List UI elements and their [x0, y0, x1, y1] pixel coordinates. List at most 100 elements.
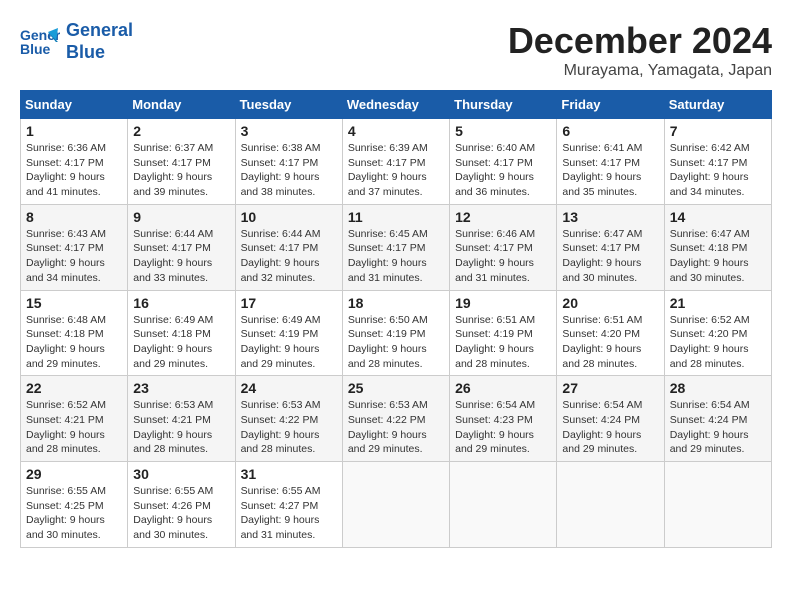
- day-number: 14: [670, 209, 766, 225]
- day-info: Sunrise: 6:44 AM Sunset: 4:17 PM Dayligh…: [241, 227, 337, 286]
- logo: General Blue General Blue: [20, 20, 133, 63]
- day-info: Sunrise: 6:50 AM Sunset: 4:19 PM Dayligh…: [348, 313, 444, 372]
- day-number: 31: [241, 466, 337, 482]
- day-info: Sunrise: 6:41 AM Sunset: 4:17 PM Dayligh…: [562, 141, 658, 200]
- day-info: Sunrise: 6:49 AM Sunset: 4:18 PM Dayligh…: [133, 313, 229, 372]
- day-info: Sunrise: 6:47 AM Sunset: 4:18 PM Dayligh…: [670, 227, 766, 286]
- calendar-body: 1 Sunrise: 6:36 AM Sunset: 4:17 PM Daylig…: [21, 119, 772, 548]
- day-number: 21: [670, 295, 766, 311]
- weekday-thursday: Thursday: [450, 91, 557, 119]
- day-info: Sunrise: 6:54 AM Sunset: 4:24 PM Dayligh…: [562, 398, 658, 457]
- calendar-cell: 3 Sunrise: 6:38 AM Sunset: 4:17 PM Daylig…: [235, 119, 342, 205]
- month-title: December 2024: [508, 20, 772, 62]
- calendar-cell: 11Sunrise: 6:45 AM Sunset: 4:17 PM Dayli…: [342, 204, 449, 290]
- day-info: Sunrise: 6:46 AM Sunset: 4:17 PM Dayligh…: [455, 227, 551, 286]
- day-info: Sunrise: 6:49 AM Sunset: 4:19 PM Dayligh…: [241, 313, 337, 372]
- day-number: 23: [133, 380, 229, 396]
- day-info: Sunrise: 6:52 AM Sunset: 4:20 PM Dayligh…: [670, 313, 766, 372]
- day-number: 3: [241, 123, 337, 139]
- day-number: 24: [241, 380, 337, 396]
- week-row-1: 1 Sunrise: 6:36 AM Sunset: 4:17 PM Daylig…: [21, 119, 772, 205]
- calendar-cell: 2 Sunrise: 6:37 AM Sunset: 4:17 PM Daylig…: [128, 119, 235, 205]
- day-info: Sunrise: 6:52 AM Sunset: 4:21 PM Dayligh…: [26, 398, 122, 457]
- day-info: Sunrise: 6:54 AM Sunset: 4:24 PM Dayligh…: [670, 398, 766, 457]
- calendar-cell: 6Sunrise: 6:41 AM Sunset: 4:17 PM Daylig…: [557, 119, 664, 205]
- title-area: December 2024 Murayama, Yamagata, Japan: [508, 20, 772, 80]
- day-info: Sunrise: 6:54 AM Sunset: 4:23 PM Dayligh…: [455, 398, 551, 457]
- location-title: Murayama, Yamagata, Japan: [508, 62, 772, 80]
- day-info: Sunrise: 6:40 AM Sunset: 4:17 PM Dayligh…: [455, 141, 551, 200]
- calendar-cell: 31Sunrise: 6:55 AM Sunset: 4:27 PM Dayli…: [235, 462, 342, 548]
- calendar-cell: 21 Sunrise: 6:52 AM Sunset: 4:20 PM Dayli…: [664, 290, 771, 376]
- calendar-cell: 14 Sunrise: 6:47 AM Sunset: 4:18 PM Dayli…: [664, 204, 771, 290]
- day-number: 8: [26, 209, 122, 225]
- day-number: 4: [348, 123, 444, 139]
- calendar-cell: 29 Sunrise: 6:55 AM Sunset: 4:25 PM Dayli…: [21, 462, 128, 548]
- calendar-cell: 25 Sunrise: 6:53 AM Sunset: 4:22 PM Dayli…: [342, 376, 449, 462]
- header: General Blue General Blue December 2024 …: [20, 20, 772, 80]
- day-number: 28: [670, 380, 766, 396]
- day-info: Sunrise: 6:37 AM Sunset: 4:17 PM Dayligh…: [133, 141, 229, 200]
- day-number: 26: [455, 380, 551, 396]
- day-number: 25: [348, 380, 444, 396]
- day-info: Sunrise: 6:43 AM Sunset: 4:17 PM Dayligh…: [26, 227, 122, 286]
- day-info: Sunrise: 6:47 AM Sunset: 4:17 PM Dayligh…: [562, 227, 658, 286]
- day-number: 13: [562, 209, 658, 225]
- day-number: 30: [133, 466, 229, 482]
- day-info: Sunrise: 6:36 AM Sunset: 4:17 PM Dayligh…: [26, 141, 122, 200]
- calendar-cell: 30Sunrise: 6:55 AM Sunset: 4:26 PM Dayli…: [128, 462, 235, 548]
- day-number: 27: [562, 380, 658, 396]
- calendar-cell: 1 Sunrise: 6:36 AM Sunset: 4:17 PM Daylig…: [21, 119, 128, 205]
- week-row-5: 29 Sunrise: 6:55 AM Sunset: 4:25 PM Dayli…: [21, 462, 772, 548]
- calendar-cell: 7 Sunrise: 6:42 AM Sunset: 4:17 PM Daylig…: [664, 119, 771, 205]
- logo-icon: General Blue: [20, 24, 60, 60]
- day-number: 29: [26, 466, 122, 482]
- day-number: 16: [133, 295, 229, 311]
- day-info: Sunrise: 6:51 AM Sunset: 4:19 PM Dayligh…: [455, 313, 551, 372]
- day-info: Sunrise: 6:55 AM Sunset: 4:25 PM Dayligh…: [26, 484, 122, 543]
- calendar-cell: 22 Sunrise: 6:52 AM Sunset: 4:21 PM Dayli…: [21, 376, 128, 462]
- day-number: 18: [348, 295, 444, 311]
- weekday-sunday: Sunday: [21, 91, 128, 119]
- day-info: Sunrise: 6:38 AM Sunset: 4:17 PM Dayligh…: [241, 141, 337, 200]
- calendar-cell: [450, 462, 557, 548]
- calendar-cell: [664, 462, 771, 548]
- day-number: 7: [670, 123, 766, 139]
- calendar-cell: 18 Sunrise: 6:50 AM Sunset: 4:19 PM Dayli…: [342, 290, 449, 376]
- calendar-cell: 5Sunrise: 6:40 AM Sunset: 4:17 PM Daylig…: [450, 119, 557, 205]
- calendar-cell: 23 Sunrise: 6:53 AM Sunset: 4:21 PM Dayli…: [128, 376, 235, 462]
- calendar-cell: [557, 462, 664, 548]
- day-info: Sunrise: 6:45 AM Sunset: 4:17 PM Dayligh…: [348, 227, 444, 286]
- day-info: Sunrise: 6:44 AM Sunset: 4:17 PM Dayligh…: [133, 227, 229, 286]
- calendar-cell: 13 Sunrise: 6:47 AM Sunset: 4:17 PM Dayli…: [557, 204, 664, 290]
- calendar-cell: 28 Sunrise: 6:54 AM Sunset: 4:24 PM Dayli…: [664, 376, 771, 462]
- day-number: 22: [26, 380, 122, 396]
- weekday-monday: Monday: [128, 91, 235, 119]
- day-number: 17: [241, 295, 337, 311]
- calendar-cell: 20 Sunrise: 6:51 AM Sunset: 4:20 PM Dayli…: [557, 290, 664, 376]
- calendar-cell: 15Sunrise: 6:48 AM Sunset: 4:18 PM Dayli…: [21, 290, 128, 376]
- calendar-cell: 27 Sunrise: 6:54 AM Sunset: 4:24 PM Dayli…: [557, 376, 664, 462]
- day-number: 9: [133, 209, 229, 225]
- day-number: 10: [241, 209, 337, 225]
- calendar-cell: 12Sunrise: 6:46 AM Sunset: 4:17 PM Dayli…: [450, 204, 557, 290]
- weekday-wednesday: Wednesday: [342, 91, 449, 119]
- day-number: 1: [26, 123, 122, 139]
- day-number: 20: [562, 295, 658, 311]
- calendar-cell: 9 Sunrise: 6:44 AM Sunset: 4:17 PM Daylig…: [128, 204, 235, 290]
- week-row-2: 8 Sunrise: 6:43 AM Sunset: 4:17 PM Daylig…: [21, 204, 772, 290]
- day-info: Sunrise: 6:51 AM Sunset: 4:20 PM Dayligh…: [562, 313, 658, 372]
- weekday-friday: Friday: [557, 91, 664, 119]
- day-number: 2: [133, 123, 229, 139]
- weekday-tuesday: Tuesday: [235, 91, 342, 119]
- calendar-cell: 19Sunrise: 6:51 AM Sunset: 4:19 PM Dayli…: [450, 290, 557, 376]
- calendar-cell: 10 Sunrise: 6:44 AM Sunset: 4:17 PM Dayli…: [235, 204, 342, 290]
- logo-line1: General: [66, 20, 133, 40]
- day-info: Sunrise: 6:42 AM Sunset: 4:17 PM Dayligh…: [670, 141, 766, 200]
- calendar-table: SundayMondayTuesdayWednesdayThursdayFrid…: [20, 90, 772, 548]
- calendar-cell: [342, 462, 449, 548]
- logo-line2: Blue: [66, 42, 105, 62]
- day-info: Sunrise: 6:39 AM Sunset: 4:17 PM Dayligh…: [348, 141, 444, 200]
- day-info: Sunrise: 6:53 AM Sunset: 4:21 PM Dayligh…: [133, 398, 229, 457]
- day-info: Sunrise: 6:53 AM Sunset: 4:22 PM Dayligh…: [348, 398, 444, 457]
